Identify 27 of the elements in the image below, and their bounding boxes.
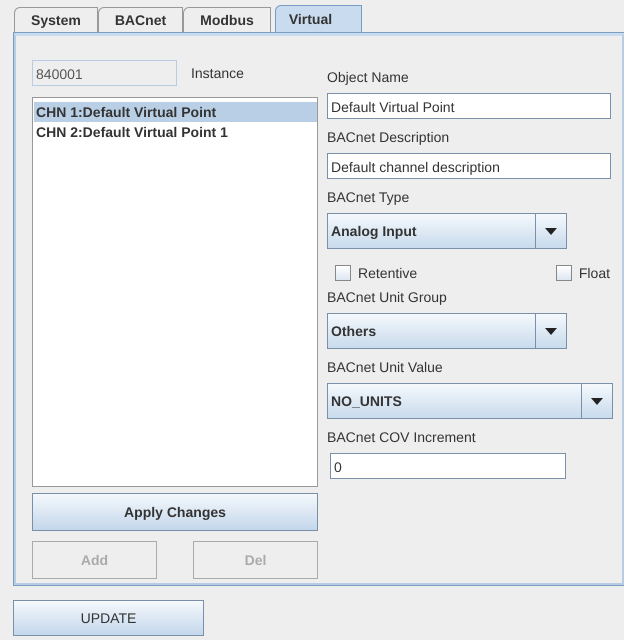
channel-item[interactable]: CHN 2:Default Virtual Point 1 [34,122,317,142]
tab[interactable]: Virtual [274,5,362,33]
caret-icon [545,228,557,234]
dropdown[interactable]: Analog Input [327,213,567,249]
channel-item[interactable]: CHN 1:Default Virtual Point [34,102,317,122]
field-label: BACnet Unit Group [327,289,448,307]
apply-changes-button[interactable]: Apply Changes [32,493,318,531]
channel-list[interactable]: CHN 1:Default Virtual Point CHN 2:Default Virtual Point 1 [32,97,318,487]
field-label: BACnet COV Increment [327,429,477,447]
field-label: BACnet Unit Value [327,359,444,377]
update-button[interactable]: UPDATE [13,600,204,636]
tab[interactable]: Modbus [183,7,271,33]
dropdown[interactable]: NO_UNITS [327,383,613,419]
caret-icon [545,328,557,334]
field-label: Object Name [327,69,410,87]
dropdown[interactable]: Others [327,313,567,349]
tab[interactable]: BACnet [98,7,184,33]
field-label: BACnet Description [327,129,450,147]
field-label: BACnet Type [327,189,410,207]
text-field[interactable]: Default Virtual Point [327,93,611,119]
text-field[interactable]: 0 [330,453,566,479]
caret-icon [591,398,603,404]
text-field[interactable]: Default channel description [327,153,611,179]
checkbox[interactable]: Float [556,261,610,285]
checkbox[interactable]: Retentive [335,261,418,285]
tab[interactable]: System [14,7,98,33]
instance-label: Instance [191,65,244,81]
